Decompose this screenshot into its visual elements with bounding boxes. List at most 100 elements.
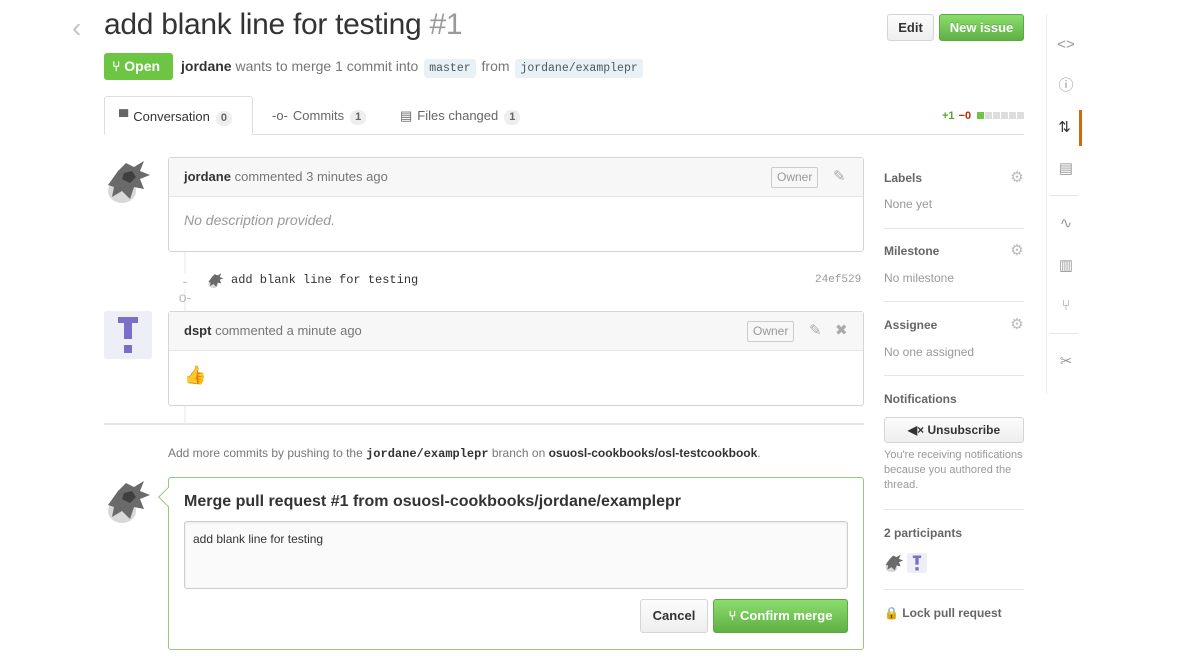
comment-icon: ▀	[119, 109, 129, 124]
push-note-branch: jordane/examplepr	[366, 447, 489, 461]
repo-nav-border	[1046, 14, 1047, 394]
tab-files-changed[interactable]: ▤ Files changed 1	[386, 96, 534, 135]
diffstat: +1 −0	[942, 110, 1025, 122]
sidebar-milestone-title[interactable]: Milestone	[884, 244, 1024, 258]
owner-badge: Owner	[771, 167, 819, 188]
sidebar-assignee-value: No one assigned	[884, 345, 975, 359]
diffstat-block	[1017, 112, 1025, 119]
tab-label: Conversation	[133, 109, 210, 124]
confirm-merge-button[interactable]: ⑂ Confirm merge	[713, 599, 848, 633]
comment-header: jordane commented 3 minutes ago Owner ✎	[169, 158, 863, 197]
pr-number: #1	[429, 8, 463, 41]
wiki-icon[interactable]: ▤	[1050, 151, 1082, 187]
head-branch: jordane/examplepr	[515, 59, 643, 78]
gear-icon[interactable]: ⚙	[1010, 170, 1024, 185]
lock-icon: 🔒	[884, 606, 899, 620]
avatar[interactable]	[104, 477, 152, 525]
sidebar-assignee-title[interactable]: Assignee	[884, 318, 1024, 332]
network-icon[interactable]: ⑂	[1050, 288, 1082, 324]
comment-time[interactable]: 3 minutes ago	[306, 169, 388, 184]
edit-pencil-icon[interactable]: ✎	[833, 158, 846, 196]
settings-icon[interactable]: ✂	[1050, 344, 1082, 380]
merge-icon: ⑂	[728, 608, 737, 623]
gear-icon[interactable]: ⚙	[1010, 317, 1024, 332]
avatar[interactable]	[104, 311, 152, 359]
code-icon[interactable]: <>	[1050, 27, 1082, 63]
diffstat-block	[1009, 112, 1017, 119]
diffstat-block	[993, 112, 1001, 119]
repo-nav-divider	[1050, 195, 1078, 196]
comment-action: commented	[215, 323, 283, 338]
push-note-repo[interactable]: osuosl-cookbooks/osl-testcookbook	[549, 446, 758, 460]
issues-icon[interactable]: ⓘ	[1050, 68, 1082, 104]
commit-icon: -o-	[272, 108, 288, 123]
author-link[interactable]: jordane	[181, 58, 232, 74]
commit-sha[interactable]: 24ef529	[815, 274, 861, 286]
pr-meta: jordane wants to merge 1 commit into mas…	[181, 58, 645, 78]
base-branch: master	[424, 59, 476, 78]
sidebar-labels-title[interactable]: Labels	[884, 171, 1024, 185]
comment-box: jordane commented 3 minutes ago Owner ✎ …	[168, 157, 864, 252]
sidebar-divider	[884, 509, 1024, 510]
tab-conversation[interactable]: ▀ Conversation 0	[104, 96, 253, 135]
diffstat-additions: +1	[942, 110, 955, 122]
gear-icon[interactable]: ⚙	[1010, 243, 1024, 258]
unsubscribe-label: Unsubscribe	[927, 423, 1001, 437]
avatar[interactable]	[104, 157, 152, 205]
diffstat-block	[1001, 112, 1009, 119]
push-note-middle: branch on	[491, 446, 546, 460]
sidebar-labels-value: None yet	[884, 197, 933, 211]
page-title: add blank line for testing #1	[104, 8, 463, 42]
delete-x-icon[interactable]: ✖	[835, 312, 848, 350]
cancel-button[interactable]: Cancel	[640, 599, 708, 633]
lock-pull-request[interactable]: 🔒 Lock pull request	[884, 606, 1002, 620]
commit-message[interactable]: add blank line for testing	[231, 273, 418, 287]
pr-title: add blank line for testing	[104, 8, 422, 41]
comment-author[interactable]: jordane	[184, 169, 231, 184]
lock-label: Lock pull request	[902, 606, 1002, 620]
comment-author[interactable]: dspt	[184, 323, 211, 338]
state-badge: ⑂ Open	[104, 53, 173, 80]
comment-time[interactable]: a minute ago	[287, 323, 362, 338]
sidebar-milestone-value: No milestone	[884, 271, 955, 285]
commit-author-avatar[interactable]	[207, 272, 224, 289]
comment-body: No description provided.	[184, 212, 335, 228]
unsubscribe-button[interactable]: ◀× Unsubscribe	[884, 417, 1024, 443]
meta-text-2: from	[481, 58, 510, 74]
notification-reason: You're receiving notifications because y…	[884, 449, 1023, 491]
merge-message-textarea[interactable]: add blank line for testing	[184, 521, 848, 589]
edit-pencil-icon[interactable]: ✎	[809, 312, 822, 350]
tab-counter: 0	[215, 111, 232, 126]
timeline-divider	[104, 423, 864, 425]
merge-branch-icon: ⑂	[112, 58, 121, 74]
diff-icon: ▤	[400, 108, 413, 123]
diffstat-deletions: −0	[958, 110, 972, 122]
participant-avatar[interactable]	[907, 553, 927, 573]
mute-icon: ◀×	[907, 423, 925, 437]
state-label: Open	[124, 58, 161, 74]
pulse-icon[interactable]: ∿	[1050, 206, 1082, 242]
push-note-before: Add more commits by pushing to the	[168, 446, 363, 460]
pull-requests-icon[interactable]: ⇅	[1050, 110, 1082, 146]
sidebar-divider	[884, 228, 1024, 229]
meta-text-1: wants to merge 1 commit into	[235, 58, 419, 74]
sidebar-notifications-title: Notifications	[884, 392, 957, 406]
tab-label: Files changed	[417, 108, 499, 123]
edit-button[interactable]: Edit	[887, 14, 934, 41]
diffstat-block	[985, 112, 993, 119]
comment-body: 👍	[184, 365, 207, 385]
tab-counter: 1	[504, 110, 521, 125]
diffstat-block	[977, 112, 985, 119]
sidebar-divider	[884, 375, 1024, 376]
push-note-end: .	[757, 446, 761, 460]
comment-box: dspt commented a minute ago Owner ✎ ✖ 👍	[168, 311, 864, 406]
graphs-icon[interactable]: ▥	[1050, 248, 1082, 284]
commit-node-icon: -o-	[177, 273, 193, 305]
back-chevron-icon[interactable]: ‹	[72, 14, 90, 42]
participant-avatar[interactable]	[884, 553, 904, 573]
comment-action: commented	[234, 169, 303, 184]
new-issue-button[interactable]: New issue	[939, 14, 1024, 41]
tab-label: Commits	[292, 108, 345, 123]
tab-commits[interactable]: -o- Commits 1	[258, 96, 380, 135]
repo-nav-divider	[1050, 333, 1078, 334]
